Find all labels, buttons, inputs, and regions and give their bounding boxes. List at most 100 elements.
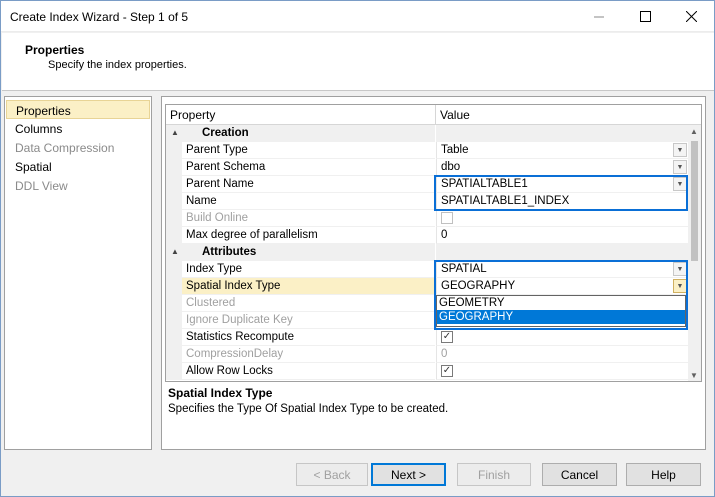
checkbox [441, 212, 453, 224]
wizard-navigation: Properties Columns Data Compression Spat… [4, 96, 152, 450]
row-margin [166, 159, 182, 176]
property-value[interactable]: GEOGRAPHY ▼ [436, 278, 688, 295]
property-value-input[interactable]: 0 [436, 227, 688, 244]
help-button[interactable]: Help [626, 463, 701, 486]
property-value-input[interactable]: SPATIALTABLE1_INDEX [436, 193, 688, 210]
property-value-text: Table [441, 144, 469, 156]
chevron-down-icon[interactable]: ▼ [673, 160, 687, 174]
property-value-text: SPATIAL [441, 263, 487, 275]
property-value-text: GEOGRAPHY [441, 280, 516, 292]
property-value[interactable]: dbo ▼ [436, 159, 688, 176]
nav-item-data-compression: Data Compression [15, 141, 115, 155]
cancel-button[interactable]: Cancel [542, 463, 617, 486]
property-row-max-dop[interactable]: Max degree of parallelism 0 [166, 227, 688, 244]
property-value-text: SPATIALTABLE1 [441, 178, 528, 190]
nav-item-ddl-view: DDL View [15, 179, 68, 193]
nav-item-columns[interactable]: Columns [5, 119, 151, 138]
page-subtitle: Specify the index properties. [48, 59, 187, 71]
collapse-triangle-icon[interactable]: ▲ [171, 128, 179, 137]
maximize-button[interactable] [622, 1, 668, 32]
property-name: Allow Row Locks [182, 363, 435, 380]
property-name: Clustered [182, 295, 435, 312]
close-button[interactable] [668, 1, 714, 32]
chevron-down-icon[interactable]: ▼ [673, 177, 687, 191]
row-margin [166, 261, 182, 278]
dropdown-option-geometry[interactable]: GEOMETRY [437, 296, 685, 310]
row-margin [166, 312, 182, 329]
collapse-triangle-icon[interactable]: ▲ [171, 247, 179, 256]
page-title: Properties [25, 43, 85, 57]
property-value [436, 210, 688, 227]
property-value-text: dbo [441, 161, 461, 173]
window-title: Create Index Wizard - Step 1 of 5 [10, 10, 189, 24]
property-name: Parent Type [182, 142, 435, 159]
description-text: Specifies the Type Of Spatial Index Type… [168, 403, 449, 415]
dropdown-option-geography[interactable]: GEOGRAPHY [437, 310, 685, 324]
row-margin [166, 295, 182, 312]
scroll-up-icon[interactable]: ▲ [690, 127, 698, 136]
scrollbar-thumb[interactable] [691, 141, 698, 261]
description-title: Spatial Index Type [168, 386, 273, 400]
property-row-spatial-index-type[interactable]: Spatial Index Type GEOGRAPHY ▼ [166, 278, 688, 295]
chevron-down-icon[interactable]: ▼ [673, 262, 687, 276]
wizard-window: Create Index Wizard - Step 1 of 5 Proper… [0, 0, 715, 497]
row-margin [166, 176, 182, 193]
minimize-icon [594, 16, 604, 17]
property-name: Parent Schema [182, 159, 435, 176]
next-button[interactable]: Next > [371, 463, 446, 486]
column-separator [435, 105, 436, 125]
page-header: Properties Specify the index properties. [2, 33, 714, 91]
row-margin [166, 210, 182, 227]
property-value: 0 [436, 346, 688, 363]
property-name: Statistics Recompute [182, 329, 435, 346]
row-margin [166, 346, 182, 363]
row-margin [166, 363, 182, 380]
property-value[interactable]: Table ▼ [436, 142, 688, 159]
property-row-parent-type[interactable]: Parent Type Table ▼ [166, 142, 688, 159]
property-row-compression-delay: CompressionDelay 0 [166, 346, 688, 363]
column-header-value: Value [440, 108, 470, 122]
checkmark-icon[interactable]: ✓ [441, 331, 453, 343]
property-value[interactable]: ✓ [436, 363, 688, 380]
category-attributes[interactable]: ▲ Attributes [166, 244, 688, 261]
property-value[interactable]: SPATIALTABLE1 ▼ [436, 176, 688, 193]
property-row-index-type[interactable]: Index Type SPATIAL ▼ [166, 261, 688, 278]
nav-item-spatial[interactable]: Spatial [5, 157, 151, 176]
property-name: Name [182, 193, 435, 210]
grid-header: Property Value [166, 105, 701, 125]
property-name: Spatial Index Type [182, 278, 435, 295]
category-value [436, 244, 688, 261]
back-button[interactable]: < Back [296, 463, 368, 486]
nav-item-properties[interactable]: Properties [6, 100, 150, 119]
chevron-down-icon[interactable]: ▼ [673, 143, 687, 157]
checkmark-icon[interactable]: ✓ [441, 365, 453, 377]
property-name: Index Type [182, 261, 435, 278]
minimize-button[interactable] [576, 1, 622, 32]
column-header-property: Property [170, 108, 216, 122]
property-name: Parent Name [182, 176, 435, 193]
row-margin [166, 278, 182, 295]
properties-panel: Property Value ▲ Creation Parent Type Ta… [161, 96, 706, 450]
spatial-index-type-dropdown[interactable]: GEOMETRY GEOGRAPHY [436, 295, 686, 327]
chevron-down-icon[interactable]: ▼ [673, 279, 687, 293]
category-value [436, 125, 688, 142]
property-row-name[interactable]: Name SPATIALTABLE1_INDEX [166, 193, 688, 210]
property-name: Ignore Duplicate Key [182, 312, 435, 329]
property-value[interactable]: ✓ [436, 329, 688, 346]
property-row-statistics-recompute[interactable]: Statistics Recompute ✓ [166, 329, 688, 346]
property-row-parent-name[interactable]: Parent Name SPATIALTABLE1 ▼ [166, 176, 688, 193]
row-margin [166, 227, 182, 244]
property-row-parent-schema[interactable]: Parent Schema dbo ▼ [166, 159, 688, 176]
property-row-allow-row-locks[interactable]: Allow Row Locks ✓ [166, 363, 688, 380]
scroll-down-icon[interactable]: ▼ [690, 371, 698, 380]
property-value[interactable]: SPATIAL ▼ [436, 261, 688, 278]
category-label: Creation [182, 125, 435, 142]
close-icon [685, 11, 697, 22]
vertical-scrollbar[interactable]: ▲ ▼ [688, 125, 701, 381]
property-grid: Property Value ▲ Creation Parent Type Ta… [165, 104, 702, 382]
row-margin [166, 193, 182, 210]
finish-button[interactable]: Finish [457, 463, 531, 486]
category-creation[interactable]: ▲ Creation [166, 125, 688, 142]
property-row-build-online: Build Online [166, 210, 688, 227]
category-label: Attributes [182, 244, 435, 261]
